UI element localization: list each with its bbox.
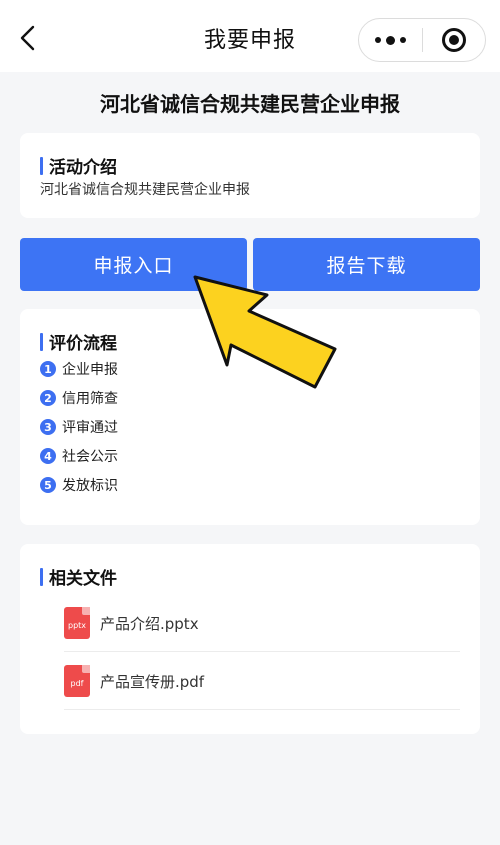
file-item-pdf[interactable]: pdf 产品宣传册.pdf (64, 652, 460, 710)
close-program-button[interactable] (423, 19, 486, 61)
process-heading: 评价流程 (40, 329, 117, 354)
pdf-file-icon: pdf (64, 665, 90, 697)
step-label: 信用筛查 (62, 391, 118, 407)
file-name: 产品宣传册.pdf (100, 672, 205, 691)
navigation-bar: 我要申报 (0, 0, 500, 72)
step-number-badge: 5 (40, 477, 56, 493)
process-step: 5 发放标识 (40, 475, 118, 495)
intro-heading: 活动介绍 (40, 153, 117, 178)
step-label: 评审通过 (62, 420, 118, 436)
file-item-pptx[interactable]: pptx 产品介绍.pptx (64, 594, 460, 652)
target-icon (441, 28, 466, 52)
files-card: 相关文件 pptx 产品介绍.pptx pdf 产品宣传册.pdf (20, 544, 480, 734)
heading-accent-bar (40, 156, 43, 175)
divider (64, 709, 460, 710)
more-icon (374, 35, 406, 45)
step-number-badge: 3 (40, 419, 56, 435)
files-heading-text: 相关文件 (49, 569, 117, 589)
step-number-badge: 2 (40, 390, 56, 406)
intro-heading-text: 活动介绍 (49, 158, 117, 178)
more-button[interactable] (359, 19, 422, 61)
heading-accent-bar (40, 567, 43, 586)
intro-card: 活动介绍 河北省诚信合规共建民营企业申报 (20, 133, 480, 218)
intro-text: 河北省诚信合规共建民营企业申报 (40, 182, 250, 198)
pointer-arrow-icon (193, 275, 337, 389)
heading-accent-bar (40, 332, 43, 351)
file-type-label: pdf (70, 678, 84, 688)
process-step: 3 评审通过 (40, 417, 118, 437)
step-label: 社会公示 (62, 449, 118, 465)
process-heading-text: 评价流程 (49, 334, 117, 354)
process-step: 2 信用筛查 (40, 388, 118, 408)
process-step: 1 企业申报 (40, 359, 118, 379)
file-type-label: pptx (67, 620, 87, 630)
step-number-badge: 1 (40, 361, 56, 377)
step-label: 发放标识 (62, 478, 118, 494)
page-title: 河北省诚信合规共建民营企业申报 (100, 92, 400, 116)
step-label: 企业申报 (62, 362, 118, 378)
step-number-badge: 4 (40, 448, 56, 464)
files-heading: 相关文件 (40, 564, 117, 589)
file-name: 产品介绍.pptx (100, 614, 199, 633)
mini-program-capsule (358, 18, 486, 62)
process-step: 4 社会公示 (40, 446, 118, 466)
pptx-file-icon: pptx (64, 607, 90, 639)
